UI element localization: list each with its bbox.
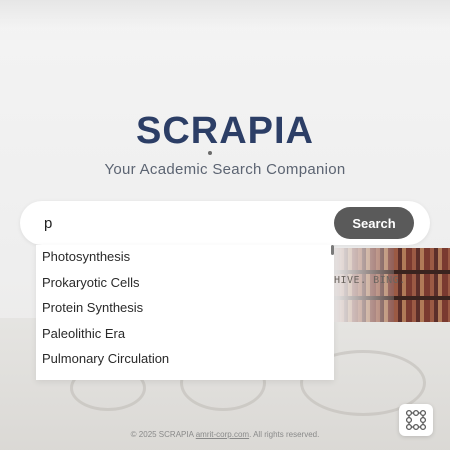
- suggestions-list: Photosynthesis Prokaryotic Cells Protein…: [36, 245, 334, 372]
- footer-link[interactable]: amrit-corp.com: [196, 430, 249, 439]
- suggestions-dropdown: Photosynthesis Prokaryotic Cells Protein…: [36, 245, 334, 380]
- search-bar: Search: [20, 201, 430, 245]
- background-sign-text: HIVE. BING.: [334, 275, 406, 286]
- suggestion-item[interactable]: Photosynthesis: [36, 245, 334, 270]
- dropdown-scrollbar[interactable]: [331, 245, 334, 255]
- suggestion-item[interactable]: Pulmonary Circulation: [36, 346, 334, 372]
- search-button[interactable]: Search: [334, 207, 414, 239]
- grid-menu-button[interactable]: [399, 404, 433, 436]
- page-title: SCRAPIA: [135, 110, 315, 152]
- footer-copyright: © 2025 SCRAPIA: [130, 430, 194, 439]
- suggestion-item[interactable]: Paleolithic Era: [36, 321, 334, 347]
- suggestion-item[interactable]: Prokaryotic Cells: [36, 270, 334, 296]
- ceiling-band: [0, 0, 450, 28]
- footer: © 2025 SCRAPIA amrit-corp.com. All right…: [0, 430, 450, 439]
- page-subtitle: Your Academic Search Companion: [104, 161, 346, 178]
- footer-rights: . All rights reserved.: [249, 430, 320, 439]
- suggestion-item[interactable]: Protein Synthesis: [36, 295, 334, 321]
- cursor-dot: [208, 151, 212, 155]
- search-input[interactable]: [44, 201, 334, 245]
- grid-network-icon: [405, 409, 427, 431]
